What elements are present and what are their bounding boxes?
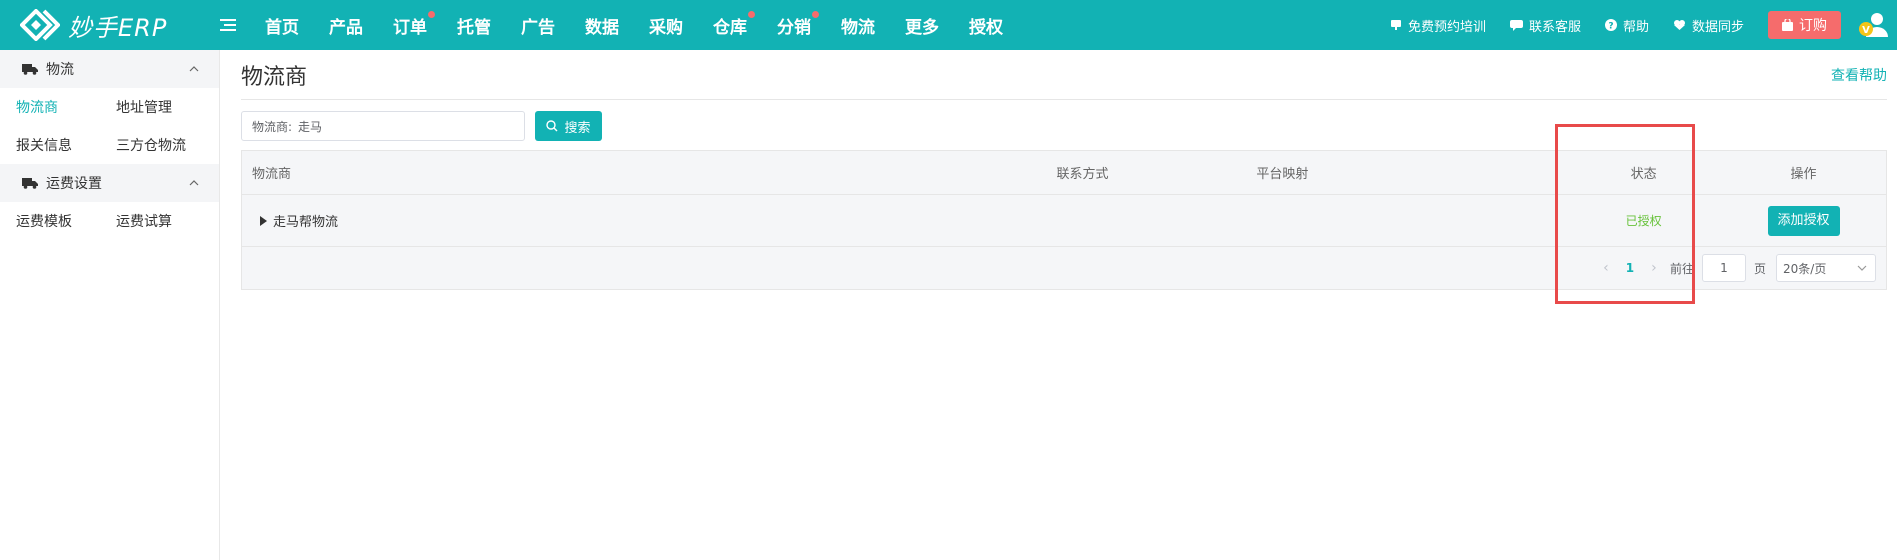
sidebar-group-shipping-fee[interactable]: 运费设置 (0, 164, 219, 202)
logo[interactable]: 妙手ERP (19, 8, 198, 43)
data-sync-link[interactable]: 数据同步 (1673, 16, 1744, 35)
sidebar-item-fee-calculator[interactable]: 运费试算 (100, 211, 200, 231)
col-header-mapping: 平台映射 (1256, 167, 1309, 182)
col-header-provider: 物流商 (252, 167, 292, 182)
bag-icon (1782, 19, 1793, 31)
page-size-select[interactable]: 20条/页 (1776, 254, 1876, 282)
nav-item-more[interactable]: 更多 (905, 13, 939, 38)
search-field-label: 物流商: (252, 119, 293, 134)
add-authorization-button[interactable]: 添加授权 (1767, 205, 1840, 236)
nav-item-home[interactable]: 首页 (265, 13, 299, 38)
sidebar-item-logistics-provider[interactable]: 物流商 (0, 97, 100, 117)
sidebar: 物流 物流商 地址管理 报关信息 三方仓物流 运费设置 运费模板 运费试算 (0, 50, 220, 560)
page-suffix: 页 (1753, 261, 1766, 276)
nav-item-purchase[interactable]: 采购 (649, 13, 683, 38)
nav-item-ads[interactable]: 广告 (521, 13, 555, 38)
status-authorized: 已授权 (1625, 214, 1662, 228)
notification-dot (748, 10, 755, 18)
chevron-up-icon (189, 180, 199, 186)
provider-name: 走马帮物流 (273, 215, 339, 230)
nav-item-authorization[interactable]: 授权 (969, 13, 1003, 38)
user-icon: V (1859, 13, 1888, 37)
sync-icon (1673, 20, 1685, 30)
topbar-actions: 免费预约培训 联系客服 ? 帮助 数据同步 订购 V (1390, 0, 1897, 50)
table-header: 物流商 联系方式 平台映射 状态 操作 (242, 151, 1886, 195)
table-row: 走马帮物流 已授权 添加授权 (242, 195, 1886, 247)
view-help-link[interactable]: 查看帮助 (1831, 65, 1887, 85)
chevron-up-icon (189, 66, 199, 72)
question-icon: ? (1604, 19, 1617, 32)
sidebar-item-fee-template[interactable]: 运费模板 (0, 211, 100, 231)
search-button[interactable]: 搜索 (535, 111, 602, 141)
main-nav: 首页 产品 订单 托管 广告 数据 采购 仓库 分销 物流 更多 授权 (250, 0, 1018, 50)
provider-search-input[interactable] (298, 119, 479, 133)
sidebar-group-label: 运费设置 (46, 176, 102, 192)
search-row: 物流商: 搜索 (241, 111, 1887, 141)
logo-text: 妙手ERP (68, 13, 168, 42)
nav-item-data[interactable]: 数据 (585, 13, 619, 38)
nav-item-distribution[interactable]: 分销 (777, 10, 819, 38)
nav-item-logistics[interactable]: 物流 (841, 13, 875, 38)
goto-label: 前往 (1669, 261, 1694, 276)
col-header-contact: 联系方式 (1056, 167, 1109, 182)
support-link[interactable]: 联系客服 (1509, 16, 1581, 35)
sidebar-item-3pl-logistics[interactable]: 三方仓物流 (100, 135, 200, 155)
main-content: 物流商 查看帮助 物流商: 搜索 物流商 联系方式 平台映射 状态 操作 走马帮… (241, 50, 1887, 560)
logo-icon (19, 8, 61, 42)
svg-text:?: ? (1608, 22, 1613, 32)
notification-dot (812, 10, 819, 18)
user-avatar[interactable]: V (1857, 9, 1889, 41)
nav-item-products[interactable]: 产品 (329, 13, 363, 38)
col-header-operation: 操作 (1790, 167, 1817, 182)
sidebar-group-label: 物流 (46, 62, 74, 78)
help-link[interactable]: ? 帮助 (1604, 16, 1649, 35)
nav-item-warehouse[interactable]: 仓库 (713, 10, 755, 38)
page-number-current[interactable]: 1 (1616, 261, 1644, 275)
page-title: 物流商 (241, 64, 308, 90)
search-icon (546, 120, 558, 132)
notification-dot (428, 10, 435, 18)
expand-row-toggle[interactable]: 走马帮物流 (252, 211, 1057, 230)
next-page-icon[interactable]: › (1644, 260, 1664, 276)
caret-right-icon (260, 215, 267, 226)
provider-table: 物流商 联系方式 平台映射 状态 操作 走马帮物流 已授权 添加授权 ‹ 1 ›… (241, 150, 1887, 290)
presentation-icon (1390, 20, 1401, 30)
goto-page-input[interactable] (1701, 254, 1746, 282)
chevron-down-icon (1857, 265, 1867, 271)
subscribe-button[interactable]: 订购 (1768, 11, 1841, 39)
nav-item-hosting[interactable]: 托管 (457, 13, 491, 38)
truck-icon (22, 178, 38, 189)
vip-badge: V (1862, 25, 1870, 36)
page-header: 物流商 查看帮助 (241, 50, 1887, 100)
training-link[interactable]: 免费预约培训 (1390, 16, 1486, 35)
sidebar-item-customs[interactable]: 报关信息 (0, 135, 100, 155)
top-navbar: 妙手ERP 首页 产品 订单 托管 广告 数据 采购 仓库 分销 物流 更多 授… (0, 0, 1897, 50)
sidebar-group-logistics[interactable]: 物流 (0, 50, 219, 88)
menu-toggle-icon[interactable] (218, 15, 238, 35)
pagination: ‹ 1 › 前往 页 20条/页 (242, 247, 1886, 289)
truck-icon (22, 64, 38, 75)
col-header-status: 状态 (1630, 167, 1657, 182)
sidebar-item-address[interactable]: 地址管理 (100, 97, 200, 117)
provider-search-field[interactable]: 物流商: (241, 111, 525, 141)
chat-icon (1509, 20, 1523, 31)
nav-item-orders[interactable]: 订单 (393, 10, 435, 38)
prev-page-icon[interactable]: ‹ (1596, 260, 1616, 276)
